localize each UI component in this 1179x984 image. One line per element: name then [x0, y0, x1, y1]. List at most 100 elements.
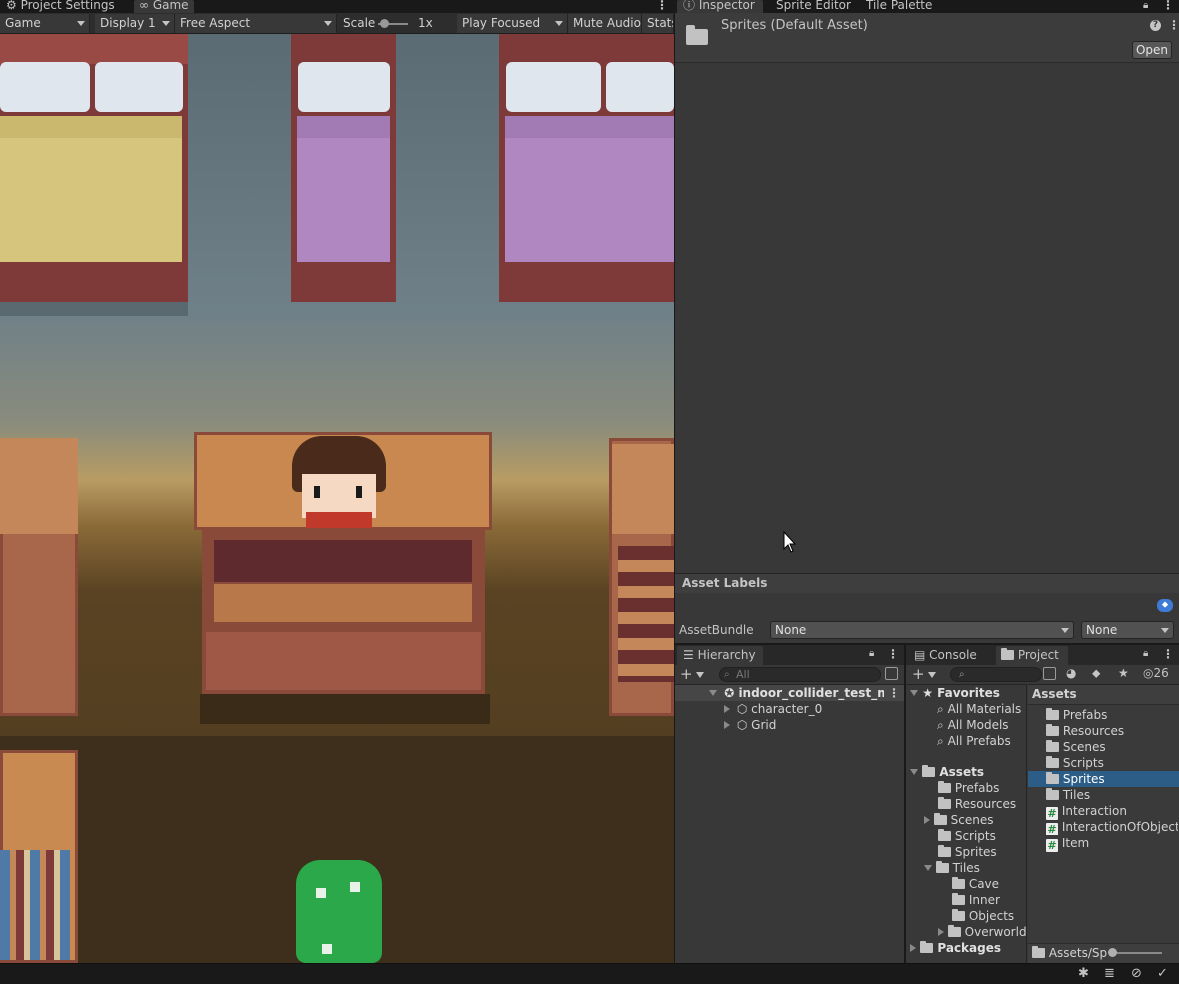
favorite-item[interactable]: ⌕ All Prefabs: [937, 733, 1011, 749]
chevron-down-icon: [1161, 628, 1169, 633]
search-by-label-icon[interactable]: ⬥: [1092, 666, 1100, 681]
tab-hierarchy[interactable]: ☰ Hierarchy: [683, 648, 756, 662]
tab-project[interactable]: Project: [1001, 648, 1059, 662]
project-add-button[interactable]: +: [912, 666, 936, 682]
hierarchy-lock-icon[interactable]: 🔒︎: [869, 648, 874, 659]
game-panel-menu-icon[interactable]: ⋮: [656, 0, 664, 12]
content-folder[interactable]: Scripts: [1046, 755, 1104, 771]
scale-slider-thumb[interactable]: [380, 19, 389, 28]
hierarchy-item[interactable]: ⬡ Grid: [724, 717, 776, 733]
tree-folder[interactable]: Scripts: [938, 828, 996, 844]
content-item-label: Resources: [1062, 724, 1125, 738]
unity-scene-icon: ✪: [724, 686, 735, 700]
status-bar: [0, 963, 1179, 984]
tree-folder[interactable]: Overworld: [938, 924, 1026, 940]
project-menu-icon[interactable]: ⋮: [1162, 647, 1174, 661]
assetbundle-variant-select[interactable]: None: [1081, 621, 1174, 639]
hierarchy-item-label: Grid: [751, 718, 777, 732]
expand-arrow-icon: [910, 769, 918, 775]
tab-console[interactable]: ▤ Console: [914, 648, 977, 662]
tree-folder-label: Inner: [968, 893, 1000, 907]
desk-drawer: [214, 584, 472, 622]
project-lock-icon[interactable]: 🔒︎: [1143, 648, 1148, 659]
play-mode-value: Play Focused: [462, 16, 541, 30]
folder-icon: [952, 877, 965, 889]
favorites-header[interactable]: ★ Favorites: [910, 685, 1000, 701]
search-options-icon[interactable]: [1043, 667, 1056, 680]
hierarchy-add-button[interactable]: +: [680, 666, 704, 682]
folder-icon: [1046, 772, 1059, 784]
tab-label: Game: [152, 0, 189, 12]
scene-menu-icon[interactable]: ⋮: [888, 686, 900, 700]
content-script[interactable]: # InteractionOfObject: [1046, 819, 1178, 835]
tab-inspector[interactable]: ⓘ Inspector: [683, 0, 763, 12]
open-button[interactable]: Open: [1132, 41, 1172, 59]
tag-icon[interactable]: ⬥: [1157, 599, 1173, 612]
asset-folder-icon: [686, 29, 708, 45]
help-icon[interactable]: ?: [1150, 20, 1161, 31]
display-select[interactable]: Display 1: [95, 14, 175, 33]
tab-sprite-editor[interactable]: Sprite Editor: [776, 0, 856, 12]
tree-folder[interactable]: Prefabs: [938, 780, 999, 796]
tree-folder[interactable]: Objects: [952, 908, 1014, 924]
aspect-select[interactable]: Free Aspect: [175, 14, 337, 33]
expand-arrow-icon: [938, 928, 944, 936]
stats-toggle[interactable]: Stats: [642, 14, 674, 33]
debug-icon[interactable]: ✱: [1078, 966, 1089, 981]
game-view[interactable]: [0, 34, 674, 963]
check-circle-icon[interactable]: ✓: [1157, 966, 1168, 981]
favorite-item[interactable]: ⌕ All Materials: [937, 701, 1021, 717]
hierarchy-menu-icon[interactable]: ⋮: [887, 647, 899, 661]
info-icon: ⓘ: [683, 0, 696, 12]
favorite-item[interactable]: ⌕ All Models: [937, 717, 1009, 733]
asset-folder-icon-tab: [686, 25, 695, 30]
content-script[interactable]: # Interaction: [1046, 803, 1127, 820]
packages-root[interactable]: Packages: [910, 940, 1001, 956]
tab-game[interactable]: ∞ Game: [139, 0, 194, 12]
gear-icon: ⚙: [6, 0, 17, 12]
content-folder[interactable]: Prefabs: [1046, 707, 1107, 723]
play-mode-select[interactable]: Play Focused: [457, 14, 568, 33]
hierarchy-search-options-icon[interactable]: [885, 667, 898, 680]
assets-root[interactable]: Assets: [910, 764, 984, 780]
favorite-star-icon[interactable]: ★: [1118, 666, 1129, 680]
hierarchy-scene-row[interactable]: ✪ indoor_collider_test_map: [709, 685, 884, 701]
tree-folder[interactable]: Cave: [952, 876, 999, 892]
mute-audio-toggle[interactable]: Mute Audio: [568, 14, 642, 33]
assetbundle-select[interactable]: None: [770, 621, 1074, 639]
content-folder[interactable]: Tiles: [1046, 787, 1090, 803]
layers-icon[interactable]: ≣: [1104, 966, 1115, 981]
tree-folder[interactable]: Resources: [938, 796, 1016, 812]
pillow: [95, 62, 183, 112]
project-search-input[interactable]: ⌕: [950, 667, 1042, 682]
inspector-context-menu-icon[interactable]: ⋮: [1168, 18, 1179, 32]
tab-tile-palette[interactable]: Tile Palette: [866, 0, 946, 12]
tree-folder-tiles[interactable]: Tiles: [924, 860, 980, 876]
inspector-menu-icon[interactable]: ⋮: [1162, 0, 1170, 12]
content-folder[interactable]: Resources: [1046, 723, 1124, 739]
content-script[interactable]: # Item: [1046, 835, 1089, 852]
hierarchy-search-input[interactable]: ⌕ All: [719, 667, 881, 682]
search-by-type-icon[interactable]: ◕: [1066, 666, 1076, 680]
content-header-label: Assets: [1032, 687, 1077, 701]
scene-name: indoor_collider_test_map: [738, 686, 884, 700]
tree-folder[interactable]: Inner: [952, 892, 1000, 908]
network-off-icon[interactable]: ⊘: [1131, 966, 1142, 981]
content-folder[interactable]: Scenes: [1046, 739, 1106, 755]
assetbundle-select-value: None: [775, 623, 807, 637]
tab-label: Console: [929, 648, 977, 662]
tree-folder[interactable]: Sprites: [938, 844, 997, 860]
tree-folder-label: Scenes: [950, 813, 994, 827]
folder-icon: [952, 909, 965, 921]
plant: [296, 860, 382, 963]
view-select[interactable]: Game: [0, 14, 90, 33]
hidden-packages-toggle[interactable]: ◎26: [1143, 666, 1169, 680]
tab-label: Inspector: [698, 0, 755, 12]
tab-project-settings[interactable]: ⚙ Project Settings: [6, 0, 126, 12]
lock-icon[interactable]: 🔒︎: [1143, 0, 1153, 12]
zoom-slider[interactable]: [1112, 952, 1162, 954]
zoom-slider-thumb[interactable]: [1108, 948, 1117, 957]
tree-folder[interactable]: Scenes: [924, 812, 994, 828]
content-folder-selected[interactable]: Sprites: [1046, 771, 1105, 787]
hierarchy-item[interactable]: ⬡ character_0: [724, 701, 822, 717]
